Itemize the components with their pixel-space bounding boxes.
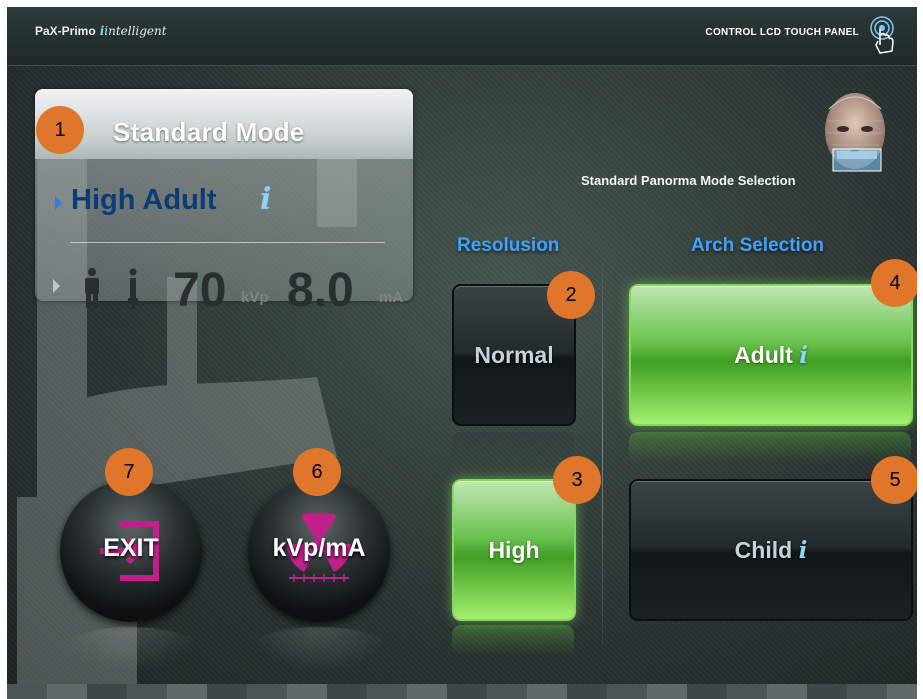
touch-panel-icon — [870, 16, 894, 54]
arch-adult-label: Adult — [734, 342, 793, 368]
brand-logo: PaX-Primo iintelligent — [35, 24, 167, 38]
callout-badge-1: 1 — [36, 106, 84, 154]
ma-value: 8.0 — [287, 264, 354, 317]
arch-child-button[interactable]: Child i — [629, 479, 913, 621]
callout-badge-6: 6 — [293, 448, 341, 496]
exit-label: EXIT — [103, 534, 159, 562]
face-scan-icon — [825, 93, 885, 172]
arch-child-label: Child — [734, 537, 793, 563]
play-arrow-icon — [55, 196, 62, 210]
panel-title: CONTROL LCD TOUCH PANEL — [705, 27, 859, 38]
bottom-strip — [7, 684, 917, 699]
button-reflection — [248, 627, 390, 673]
arch-adult-button[interactable]: Adult i — [629, 284, 913, 426]
callout-badge-2: 2 — [547, 271, 595, 319]
brand-suffix: intelligent — [104, 24, 167, 38]
info-person-icon — [128, 268, 138, 309]
row-arrow-icon — [53, 279, 60, 293]
brand-name: PaX-Primo — [35, 24, 96, 38]
button-reflection — [60, 627, 202, 673]
button-reflection — [452, 432, 574, 462]
person-icon — [85, 268, 99, 308]
intelligent-i-icon: i — [798, 537, 808, 564]
intelligent-i-icon: i — [260, 182, 272, 217]
button-reflection — [452, 625, 574, 655]
callout-badge-4: 4 — [871, 259, 917, 307]
sub-mode-label: High Adult — [71, 184, 217, 216]
kvp-ma-label: kVp/mA — [272, 534, 366, 562]
exit-button[interactable]: EXIT — [60, 480, 202, 622]
mode-selection-label: Standard Panorma Mode Selection — [581, 173, 796, 188]
kvp-unit: kVp — [241, 289, 269, 306]
resolution-normal-label: Normal — [474, 342, 554, 368]
callout-badge-3: 3 — [553, 456, 601, 504]
ma-unit: mA — [379, 289, 404, 306]
button-reflection — [629, 625, 911, 655]
resolution-high-label: High — [488, 537, 540, 563]
intelligent-i-icon: i — [799, 342, 808, 369]
callout-badge-5: 5 — [871, 456, 917, 504]
mode-title: Standard Mode — [113, 117, 305, 147]
callout-badge-7: 7 — [105, 448, 153, 496]
control-panel: PaX-Primo iintelligent CONTROL LCD TOUCH … — [7, 7, 917, 699]
card-divider — [70, 242, 385, 243]
arch-selection-title: Arch Selection — [691, 235, 825, 256]
top-bar: PaX-Primo iintelligent CONTROL LCD TOUCH … — [7, 7, 917, 66]
section-divider — [602, 265, 603, 645]
kvp-value: 70 — [173, 264, 227, 317]
kvp-ma-button[interactable]: kVp/mA — [248, 480, 390, 622]
resolution-high-button[interactable]: High — [452, 479, 576, 621]
resolution-title: Resolusion — [457, 235, 560, 256]
button-reflection — [629, 432, 911, 462]
current-mode-card: Standard Mode High Adult i 70 kVp 8.0 mA — [35, 89, 413, 317]
